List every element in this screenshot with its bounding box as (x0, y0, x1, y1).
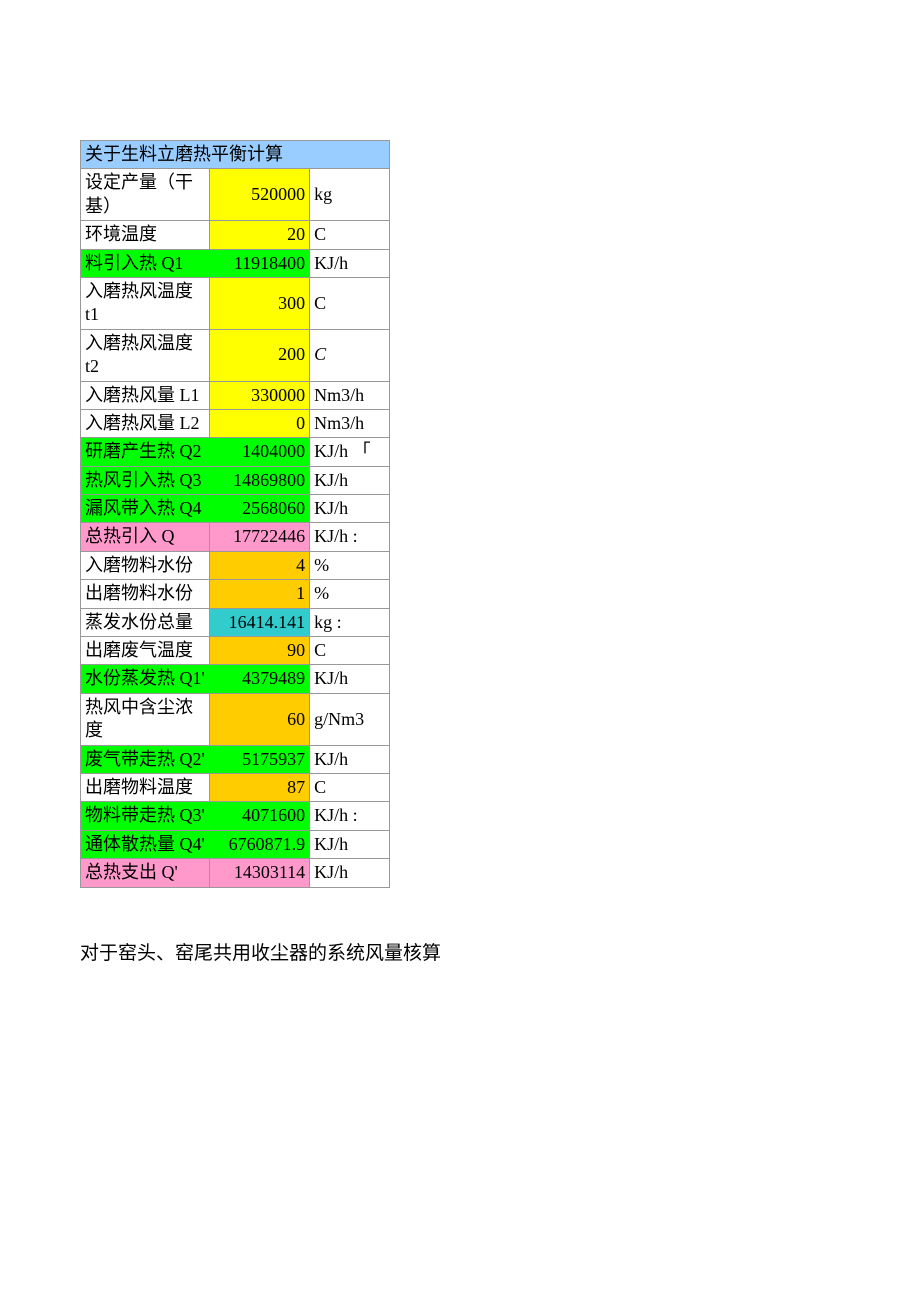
row-label: 研磨产生热 Q2 (81, 438, 210, 466)
row-value: 4 (210, 551, 310, 579)
table-title: 关于生料立磨热平衡计算 (81, 141, 390, 169)
table-row: 料引入热 Q111918400KJ/h (81, 249, 390, 277)
row-label: 入磨热风量 L2 (81, 409, 210, 437)
row-value: 14869800 (210, 466, 310, 494)
row-value: 14303114 (210, 859, 310, 887)
table-row: 蒸发水份总量16414.141kg : (81, 608, 390, 636)
row-label: 总热支出 Q' (81, 859, 210, 887)
table-row: 通体散热量 Q4'6760871.9KJ/h (81, 830, 390, 858)
row-unit: KJ/h (310, 665, 390, 693)
row-label: 漏风带入热 Q4 (81, 495, 210, 523)
row-value: 17722446 (210, 523, 310, 551)
row-value: 60 (210, 693, 310, 745)
row-value: 11918400 (210, 249, 310, 277)
row-unit: KJ/h : (310, 523, 390, 551)
table-row: 研磨产生热 Q21404000KJ/h 「 (81, 438, 390, 466)
row-unit: C (310, 221, 390, 249)
row-label: 通体散热量 Q4' (81, 830, 210, 858)
row-unit: C (310, 277, 390, 329)
row-value: 4071600 (210, 802, 310, 830)
table-row: 热风中含尘浓度60g/Nm3 (81, 693, 390, 745)
row-label: 料引入热 Q1 (81, 249, 210, 277)
row-label: 热风引入热 Q3 (81, 466, 210, 494)
row-value: 1404000 (210, 438, 310, 466)
row-label: 出磨物料水份 (81, 580, 210, 608)
table-header-row: 关于生料立磨热平衡计算 (81, 141, 390, 169)
row-label: 蒸发水份总量 (81, 608, 210, 636)
row-value: 0 (210, 409, 310, 437)
table-row: 水份蒸发热 Q1'4379489KJ/h (81, 665, 390, 693)
row-label: 出磨物料温度 (81, 773, 210, 801)
table-row: 入磨热风量 L1330000Nm3/h (81, 381, 390, 409)
table-row: 环境温度20C (81, 221, 390, 249)
row-unit: Nm3/h (310, 409, 390, 437)
row-label: 废气带走热 Q2' (81, 745, 210, 773)
row-value: 87 (210, 773, 310, 801)
table-row: 出磨物料温度87C (81, 773, 390, 801)
table-row: 出磨废气温度90C (81, 637, 390, 665)
row-label: 设定产量（干基） (81, 169, 210, 221)
row-label: 总热引入 Q (81, 523, 210, 551)
row-unit: KJ/h (310, 859, 390, 887)
row-unit: C (310, 329, 390, 381)
row-value: 2568060 (210, 495, 310, 523)
row-unit: % (310, 551, 390, 579)
table-row: 漏风带入热 Q42568060KJ/h (81, 495, 390, 523)
table-row: 物料带走热 Q3'4071600KJ/h : (81, 802, 390, 830)
row-unit: KJ/h : (310, 802, 390, 830)
table-row: 热风引入热 Q314869800KJ/h (81, 466, 390, 494)
row-unit: g/Nm3 (310, 693, 390, 745)
row-label: 入磨热风温度 t2 (81, 329, 210, 381)
row-value: 6760871.9 (210, 830, 310, 858)
row-unit: KJ/h (310, 249, 390, 277)
row-unit: kg : (310, 608, 390, 636)
table-row: 入磨物料水份4% (81, 551, 390, 579)
row-unit: KJ/h (310, 466, 390, 494)
row-label: 热风中含尘浓度 (81, 693, 210, 745)
row-label: 入磨热风温度 t1 (81, 277, 210, 329)
row-value: 4379489 (210, 665, 310, 693)
row-unit: KJ/h 「 (310, 438, 390, 466)
row-label: 物料带走热 Q3' (81, 802, 210, 830)
table-row: 入磨热风温度 t1300C (81, 277, 390, 329)
table-row: 入磨热风温度 t2200C (81, 329, 390, 381)
table-row: 出磨物料水份1% (81, 580, 390, 608)
table-row: 入磨热风量 L20Nm3/h (81, 409, 390, 437)
row-value: 1 (210, 580, 310, 608)
table-row: 设定产量（干基）520000kg (81, 169, 390, 221)
row-label: 入磨热风量 L1 (81, 381, 210, 409)
table-row: 总热引入 Q17722446KJ/h : (81, 523, 390, 551)
row-label: 水份蒸发热 Q1' (81, 665, 210, 693)
row-value: 20 (210, 221, 310, 249)
heat-balance-table: 关于生料立磨热平衡计算 设定产量（干基）520000kg环境温度20C料引入热 … (80, 140, 390, 888)
row-value: 300 (210, 277, 310, 329)
row-unit: % (310, 580, 390, 608)
row-label: 出磨废气温度 (81, 637, 210, 665)
row-unit: C (310, 637, 390, 665)
table-row: 废气带走热 Q2'5175937KJ/h (81, 745, 390, 773)
row-value: 16414.141 (210, 608, 310, 636)
row-unit: KJ/h (310, 745, 390, 773)
row-unit: kg (310, 169, 390, 221)
row-unit: KJ/h (310, 830, 390, 858)
row-unit: KJ/h (310, 495, 390, 523)
row-unit: C (310, 773, 390, 801)
footer-note: 对于窑头、窑尾共用收尘器的系统风量核算 (80, 938, 840, 965)
table-row: 总热支出 Q'14303114KJ/h (81, 859, 390, 887)
row-value: 520000 (210, 169, 310, 221)
row-value: 330000 (210, 381, 310, 409)
row-value: 200 (210, 329, 310, 381)
row-label: 环境温度 (81, 221, 210, 249)
row-unit: Nm3/h (310, 381, 390, 409)
row-label: 入磨物料水份 (81, 551, 210, 579)
row-value: 5175937 (210, 745, 310, 773)
row-value: 90 (210, 637, 310, 665)
